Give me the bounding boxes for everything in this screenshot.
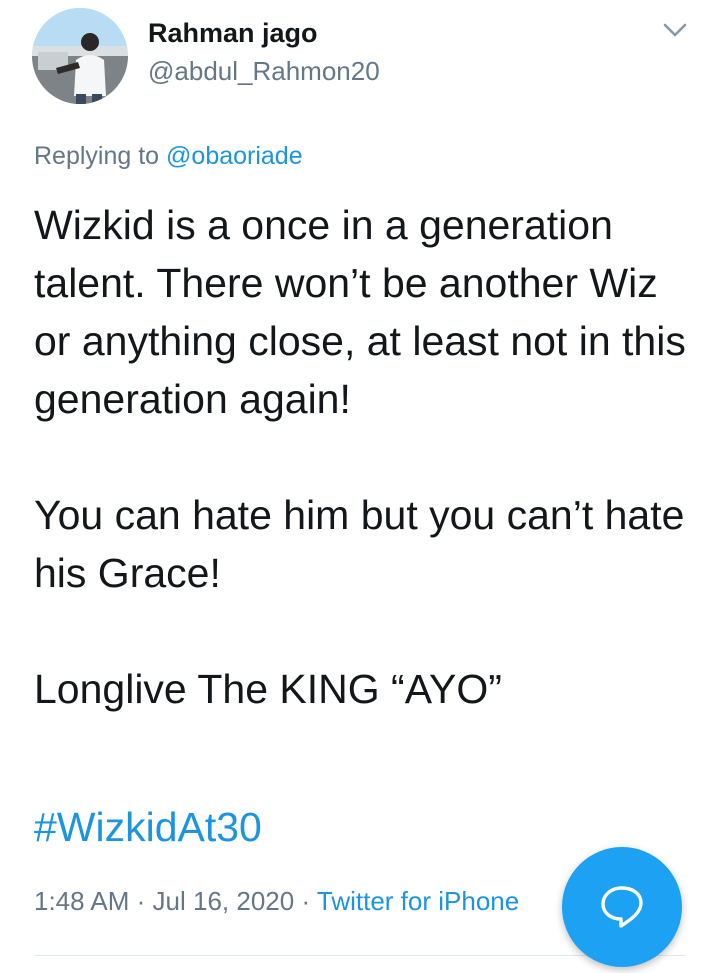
author-name[interactable]: Rahman jago: [148, 18, 318, 49]
tweet-metadata: 1:48 AM · Jul 16, 2020 · Twitter for iPh…: [34, 886, 574, 917]
tweet-source-link[interactable]: Twitter for iPhone: [317, 886, 519, 916]
tweet-paragraph: Longlive The KING “AYO”: [34, 666, 502, 712]
meta-separator: ·: [136, 886, 146, 916]
author-handle[interactable]: @abdul_Rahmon20: [148, 56, 380, 87]
tweet-paragraph: Wizkid is a once in a generation talent.…: [34, 202, 686, 422]
hashtag-link[interactable]: #WizkidAt30: [34, 798, 262, 856]
meta-separator: ·: [301, 886, 311, 916]
avatar[interactable]: [32, 8, 128, 104]
tweet-text: Wizkid is a once in a generation talent.…: [34, 196, 694, 718]
tweet-time[interactable]: 1:48 AM: [34, 886, 129, 916]
reply-bubble-icon: [601, 886, 643, 928]
replying-prefix: Replying to: [34, 142, 160, 170]
replying-to-link[interactable]: @obaoriade: [166, 142, 303, 170]
chevron-down-icon[interactable]: [662, 20, 688, 40]
avatar-photo: [32, 8, 128, 104]
tweet-paragraph: You can hate him but you can’t hate his …: [34, 492, 685, 596]
tweet-date[interactable]: Jul 16, 2020: [153, 886, 295, 916]
replying-to-line: Replying to @obaoriade: [34, 142, 303, 171]
reply-button[interactable]: [562, 847, 682, 967]
